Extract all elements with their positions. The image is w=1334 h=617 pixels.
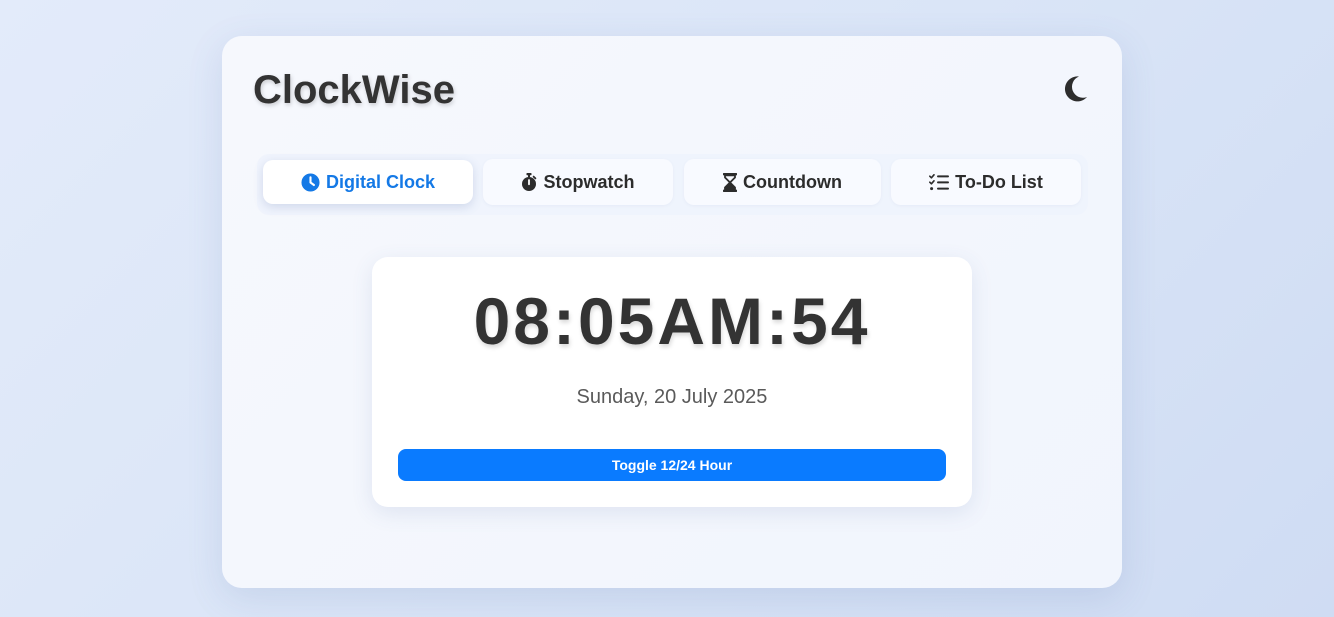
time-display: 08:05AM:54	[473, 284, 871, 358]
tab-label: Digital Clock	[325, 171, 436, 192]
tab-stopwatch[interactable]: Stopwatch	[483, 159, 673, 205]
tab-digital-clock[interactable]: Digital Clock	[263, 160, 473, 204]
hourglass-icon	[723, 172, 738, 192]
toggle-12-24-button[interactable]: Toggle 12/24 Hour	[398, 449, 946, 481]
date-display: Sunday, 20 July 2025	[576, 386, 768, 408]
theme-toggle-button[interactable]	[1058, 72, 1092, 106]
tab-label: To-Do List	[955, 171, 1043, 192]
digital-clock-panel: 08:05AM:54 Sunday, 20 July 2025 Toggle 1…	[372, 257, 972, 507]
tab-countdown[interactable]: Countdown	[684, 159, 881, 205]
moon-icon	[1062, 75, 1088, 103]
tab-todo-list[interactable]: To-Do List	[891, 159, 1081, 205]
checklist-icon	[929, 173, 950, 191]
tab-bar: Digital Clock Stopwatch Countdown To-Do …	[257, 154, 1088, 215]
clock-icon	[301, 172, 320, 192]
stopwatch-icon	[521, 172, 537, 192]
tab-label: Stopwatch	[543, 171, 635, 192]
app-title: ClockWise	[253, 68, 455, 112]
app-card: ClockWise Digital Clock Stopwatch Countd…	[222, 36, 1122, 588]
tab-label: Countdown	[743, 171, 842, 192]
